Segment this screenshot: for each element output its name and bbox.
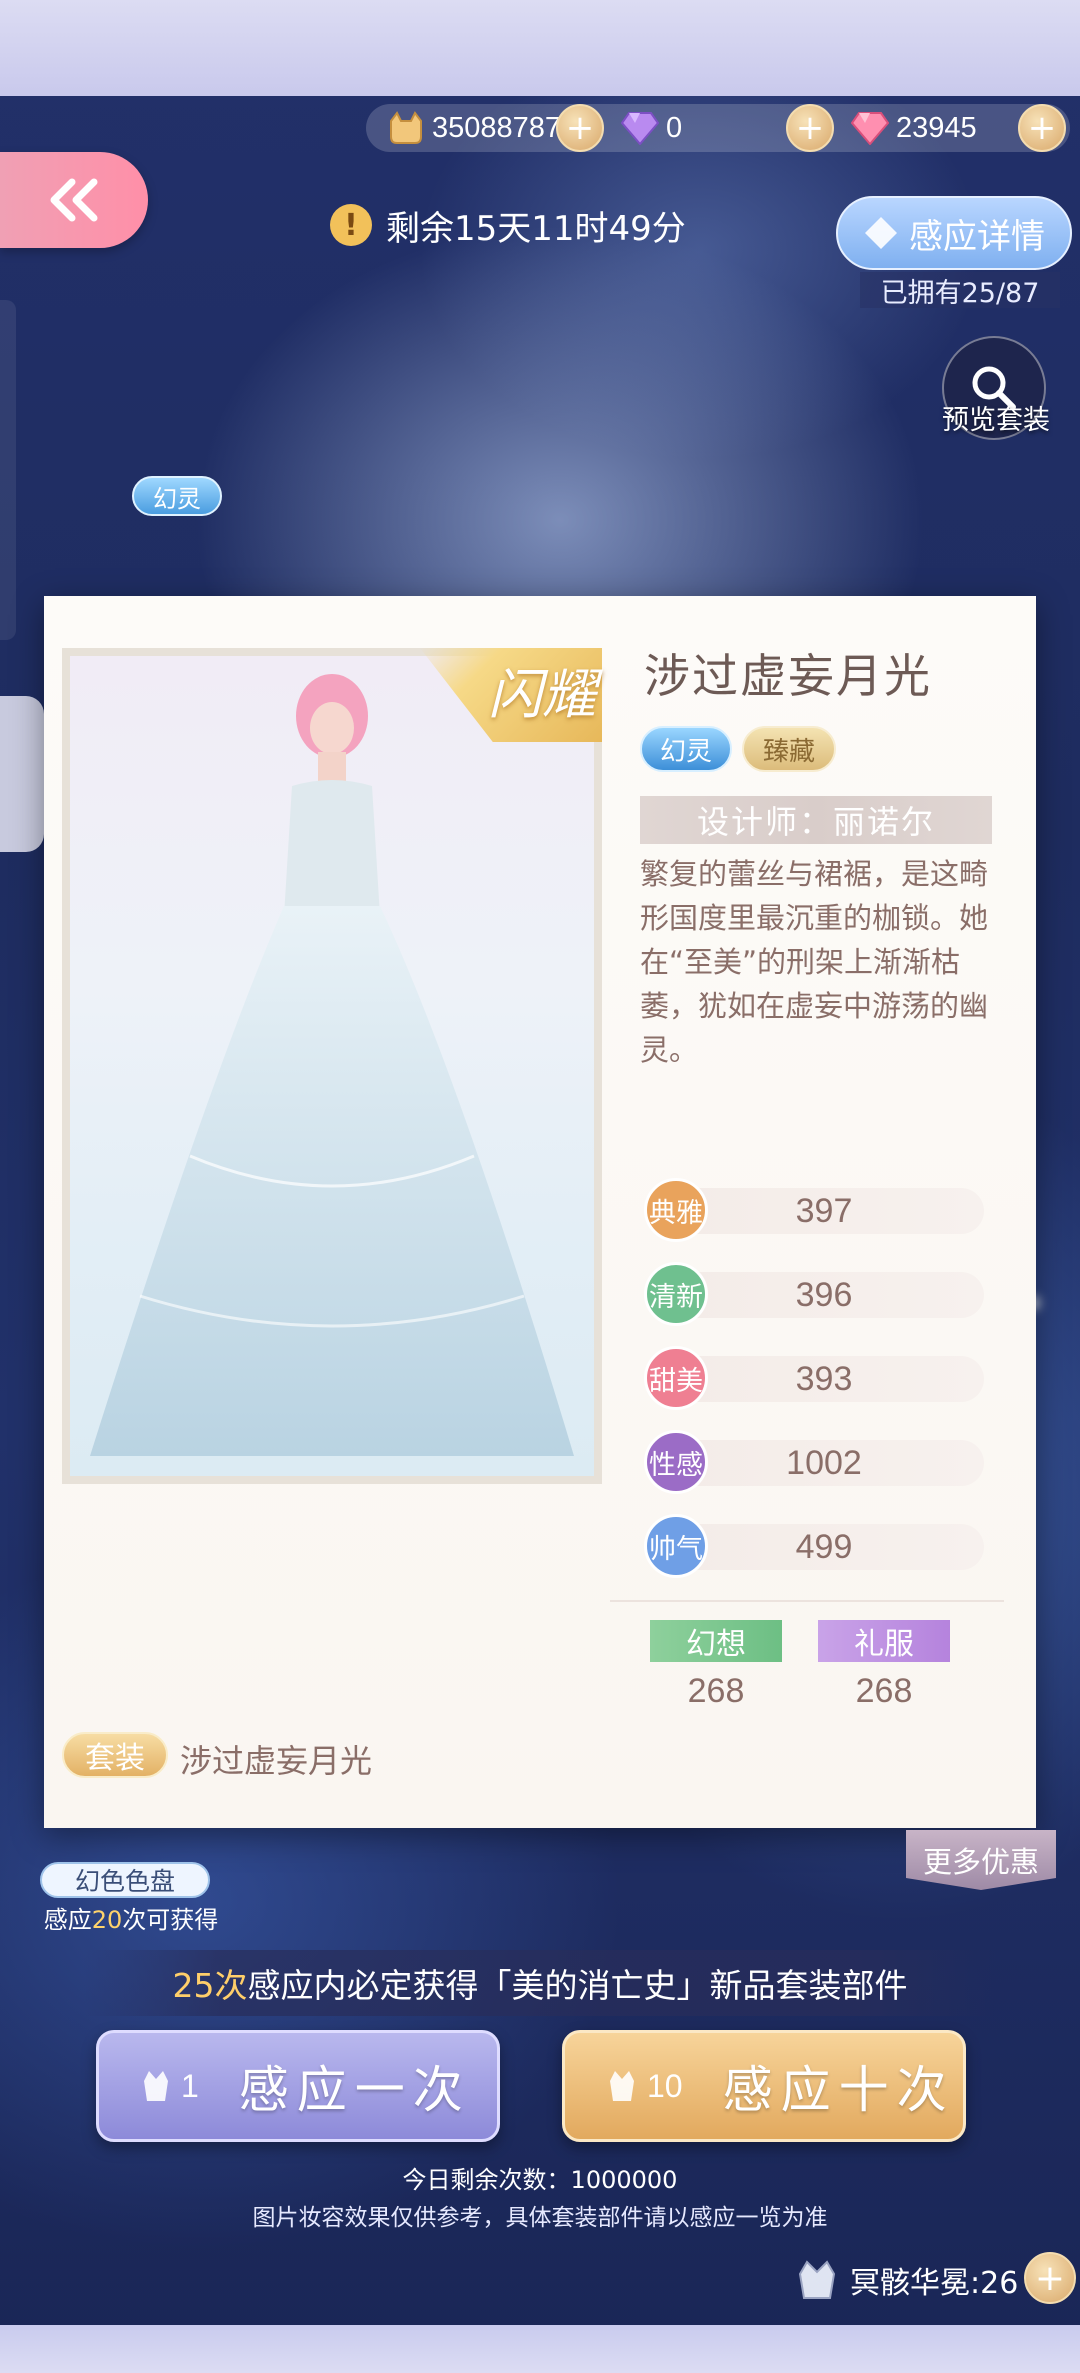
attr-value-cool: 499 (795, 1527, 853, 1566)
crown-currency-label: 冥骸华冕:26 (850, 2266, 1019, 2301)
attr-value-fresh: 396 (795, 1275, 853, 1314)
shine-rarity-label: 闪耀 (488, 663, 596, 726)
timer-text: 剩余15天11时49分 (386, 208, 686, 249)
attr-value-sexy: 1002 (786, 1443, 862, 1482)
palette-note-prefix: 感应 (43, 1906, 92, 1934)
event-timer: ! 剩余15天11时49分 (330, 200, 686, 250)
exclamation-icon: ! (330, 204, 372, 246)
pink-crystal-icon (850, 108, 890, 148)
left-side-tab[interactable] (0, 696, 44, 852)
more-offers-button[interactable]: 更多优惠 (906, 1830, 1056, 1890)
badge-fantasy-value: 268 (687, 1672, 745, 1710)
crystal-counter: 23945 (850, 104, 977, 152)
item-title: 涉过虚妄月光 (644, 649, 932, 703)
bottom-strip (0, 2325, 1080, 2373)
draw-ten-button[interactable]: 10 感应十次 (562, 2030, 966, 2142)
badge-fantasy: 幻想 (650, 1620, 782, 1662)
attr-value-sweet: 393 (795, 1359, 853, 1398)
guarantee-text: 感应内必定获得「美的消亡史」新品套装部件 (247, 1966, 908, 2005)
diamond-icon (865, 217, 897, 249)
diamond-value: 0 (666, 111, 683, 144)
dress-illustration-icon (90, 674, 574, 1456)
attr-row-elegant: 典雅 397 (644, 1178, 984, 1242)
attr-icon-elegant: 典雅 (644, 1178, 708, 1242)
preview-suit-label: 预览套装 (942, 405, 1050, 436)
add-crown-currency-button[interactable]: + (1024, 2252, 1076, 2304)
palette-note-suffix: 次可获得 (122, 1906, 219, 1934)
purple-diamond-icon (620, 108, 660, 148)
suit-tag: 套装 (62, 1732, 168, 1778)
huanling-float-tag: 幻灵 (132, 476, 222, 516)
draw-once-button[interactable]: 1 感应一次 (96, 2030, 500, 2142)
crown-ticket-icon (605, 2066, 639, 2106)
top-status-strip (0, 0, 1080, 96)
cat-coin-icon (386, 108, 426, 148)
add-crystals-button[interactable]: + (1018, 104, 1066, 152)
diamond-counter: 0 (620, 104, 682, 152)
attr-row-sexy: 性感 1002 (644, 1430, 984, 1494)
item-image (70, 656, 594, 1476)
badge-dress-value: 268 (855, 1672, 913, 1710)
crown-ticket-icon (139, 2066, 173, 2106)
draw-once-label: 感应一次 (238, 2061, 471, 2119)
add-diamonds-button[interactable]: + (786, 104, 834, 152)
coin-value: 35088787 (432, 111, 562, 144)
item-description: 繁复的蕾丝与裙裾，是这畸形国度里最沉重的枷锁。她在“至美”的刑架上渐渐枯萎，犹如… (640, 857, 989, 1067)
induction-detail-button[interactable]: 感应详情 (836, 196, 1072, 270)
suit-name-link[interactable]: 涉过虚妄月光 (180, 1736, 372, 1782)
induction-detail-label: 感应详情 (909, 216, 1045, 257)
designer-label: 设计师：丽诺尔 (640, 796, 992, 844)
divider (610, 1600, 1004, 1602)
attr-value-elegant: 397 (795, 1191, 853, 1230)
crystal-value: 23945 (896, 111, 977, 144)
attr-row-cool: 帅气 499 (644, 1514, 984, 1578)
tag-zhencang: 臻藏 (742, 726, 836, 772)
tag-huanling: 幻灵 (640, 726, 732, 772)
double-chevron-left-icon (50, 178, 98, 222)
disclaimer: 图片妆容效果仅供参考，具体套装部件请以感应一览为准 (252, 2205, 828, 2231)
guarantee-banner: 25次 感应内必定获得「美的消亡史」新品套装部件 (84, 1950, 996, 2016)
attr-icon-fresh: 清新 (644, 1262, 708, 1326)
draw-ten-label: 感应十次 (722, 2061, 955, 2119)
guarantee-count: 25次 (172, 1966, 248, 2005)
palette-button[interactable]: 幻色色盘 (40, 1862, 210, 1898)
palette-note-count: 20 (91, 1906, 123, 1934)
draw-once-count: 1 (181, 2067, 199, 2104)
add-coins-button[interactable]: + (556, 104, 604, 152)
badge-dress: 礼服 (818, 1620, 950, 1662)
attr-icon-sweet: 甜美 (644, 1346, 708, 1410)
attr-icon-cool: 帅气 (644, 1514, 708, 1578)
palette-note: 感应20次可获得 (36, 1900, 226, 1935)
attr-row-sweet: 甜美 393 (644, 1346, 984, 1410)
owned-count: 已拥有25/87 (860, 272, 1060, 309)
crown-currency-icon (798, 2260, 836, 2299)
crown-currency-counter: 冥骸华冕:26 (796, 2252, 1018, 2308)
left-edge-decoration (0, 300, 16, 640)
coin-counter: 35088787 (386, 104, 561, 152)
back-button[interactable] (0, 152, 148, 248)
remaining-count: 今日剩余次数：1000000 (402, 2166, 678, 2194)
attr-row-fresh: 清新 396 (644, 1262, 984, 1326)
attr-icon-sexy: 性感 (644, 1430, 708, 1494)
draw-ten-count: 10 (647, 2067, 683, 2104)
